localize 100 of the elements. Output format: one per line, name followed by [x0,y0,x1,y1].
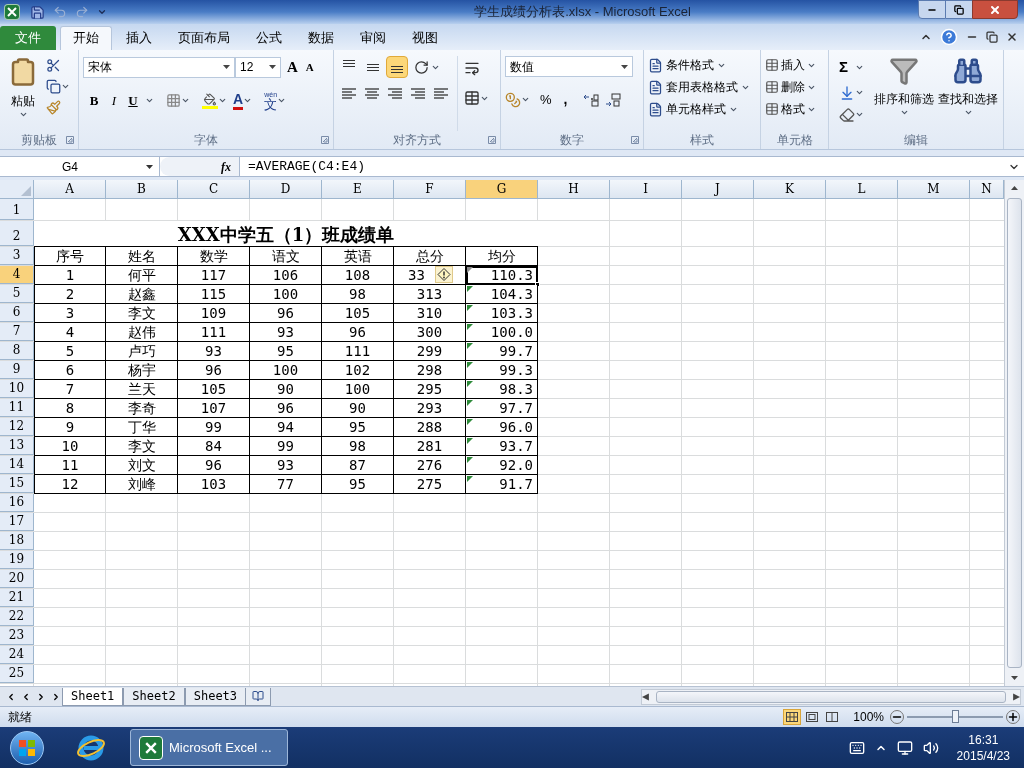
restore-icon[interactable] [986,31,998,43]
dialog-launcher-icon[interactable] [66,136,74,144]
save-icon[interactable] [30,4,45,20]
row-header[interactable]: 1 [0,199,34,220]
font-size-select[interactable]: 12 [235,56,281,78]
row-header[interactable]: 23 [0,627,34,645]
row-header[interactable]: 2 [0,221,34,246]
row-header[interactable]: 12 [0,418,34,436]
start-button[interactable] [10,730,44,765]
row-header[interactable]: 22 [0,608,34,626]
undo-icon[interactable] [53,5,67,19]
column-header[interactable]: K [754,180,826,199]
styles-menu-button[interactable]: 套用表格格式 [648,78,750,96]
italic-button[interactable]: I [107,90,121,111]
dropdown-arrow-icon[interactable] [146,164,153,169]
column-header[interactable]: F [394,180,466,199]
styles-menu-button[interactable]: 单元格样式 [648,100,750,118]
cells-menu-button[interactable]: 插入 [765,56,816,74]
row-header[interactable]: 13 [0,437,34,455]
close-icon[interactable] [1006,31,1018,43]
shrink-font-button[interactable]: A [305,59,314,76]
align-center-icon[interactable] [364,86,380,100]
row-header[interactable]: 10 [0,380,34,398]
scroll-down-icon[interactable] [1011,676,1018,680]
dropdown-arrow-icon[interactable] [269,65,276,70]
column-header[interactable]: J [682,180,754,199]
row-header[interactable]: 3 [0,247,34,265]
row-header[interactable]: 20 [0,570,34,588]
scissors-icon[interactable] [46,58,61,73]
align-right-icon[interactable] [387,86,403,100]
restore-button[interactable] [946,0,972,19]
insert-function-button[interactable]: fx [221,157,231,176]
sheet-tab[interactable]: Sheet3 [184,687,247,706]
zoom-slider-thumb[interactable] [952,710,959,723]
help-icon[interactable] [940,28,958,46]
decrease-indent-icon[interactable] [410,86,426,100]
font-color-button[interactable]: A [233,91,244,110]
dropdown-arrow-icon[interactable] [223,65,230,70]
view-button[interactable] [783,709,802,725]
row-header[interactable]: 24 [0,646,34,664]
sheet-tab[interactable]: Sheet1 [62,687,124,706]
ribbon-tab[interactable]: 公式 [244,26,294,50]
ribbon-tab[interactable]: 插入 [114,26,164,50]
bold-button[interactable]: B [87,90,101,111]
decrease-decimal-icon[interactable] [605,92,622,107]
column-header[interactable]: I [610,180,682,199]
dialog-launcher-icon[interactable] [631,136,639,144]
dropdown-arrow-icon[interactable] [621,64,628,69]
row-header[interactable]: 14 [0,456,34,474]
next-sheet-icon[interactable] [36,691,46,702]
sort-filter-button[interactable]: 排序和筛选 [874,56,934,131]
format-painter-icon[interactable] [46,100,61,115]
grow-font-button[interactable]: A [287,56,298,79]
autosum-button[interactable]: Σ [839,56,855,79]
increase-indent-icon[interactable] [433,86,449,100]
last-sheet-icon[interactable] [51,691,61,702]
customize-icon[interactable] [97,7,107,17]
font-name-select[interactable]: 宋体 [83,56,235,78]
column-header[interactable]: L [826,180,898,199]
row-header[interactable]: 17 [0,513,34,531]
network-icon[interactable] [896,739,913,756]
name-box[interactable]: G4 [0,157,160,176]
formula-field[interactable]: =AVERAGE(C4:E4) [248,156,1008,177]
row-header[interactable]: 9 [0,361,34,379]
horizontal-scrollbar[interactable] [641,688,1022,705]
scroll-up-icon[interactable] [1011,186,1018,190]
clock[interactable]: 16:31 2015/4/23 [956,731,1010,764]
align-left-icon[interactable] [341,86,357,100]
volume-icon[interactable] [922,739,939,756]
find-select-button[interactable]: 查找和选择 [938,56,998,131]
column-header[interactable]: E [322,180,394,199]
warning-icon[interactable] [435,266,453,283]
column-header[interactable]: M [898,180,970,199]
copy-icon[interactable] [46,79,61,94]
vertical-scrollbar[interactable] [1004,180,1024,686]
vertical-align-button[interactable] [386,56,408,78]
ribbon-tab[interactable]: 开始 [60,26,112,50]
row-header[interactable]: 6 [0,304,34,322]
column-header[interactable]: G [466,180,538,199]
ribbon-tab[interactable]: 数据 [296,26,346,50]
previous-sheet-icon[interactable] [21,691,31,702]
row-header[interactable]: 16 [0,494,34,512]
cells-menu-button[interactable]: 格式 [765,100,816,118]
taskbar-app-button[interactable]: Microsoft Excel ... [130,729,288,766]
column-header[interactable]: N [970,180,1004,199]
number-format-select[interactable]: 数值 [505,56,633,77]
percent-button[interactable]: % [540,89,552,110]
column-header[interactable]: B [106,180,178,199]
currency-icon[interactable] [505,91,521,108]
zoom-in-icon[interactable] [1006,710,1020,724]
border-icon[interactable] [166,93,181,108]
underline-button[interactable]: U [127,90,139,111]
increase-decimal-icon[interactable] [583,92,600,107]
row-header[interactable]: 5 [0,285,34,303]
insert-sheet-button[interactable] [246,687,272,706]
fill-color-icon[interactable] [202,92,218,109]
row-header[interactable]: 4 [0,266,34,284]
row-header[interactable]: 8 [0,342,34,360]
fill-icon[interactable] [839,84,855,101]
sheet-tab[interactable]: Sheet2 [123,687,185,706]
